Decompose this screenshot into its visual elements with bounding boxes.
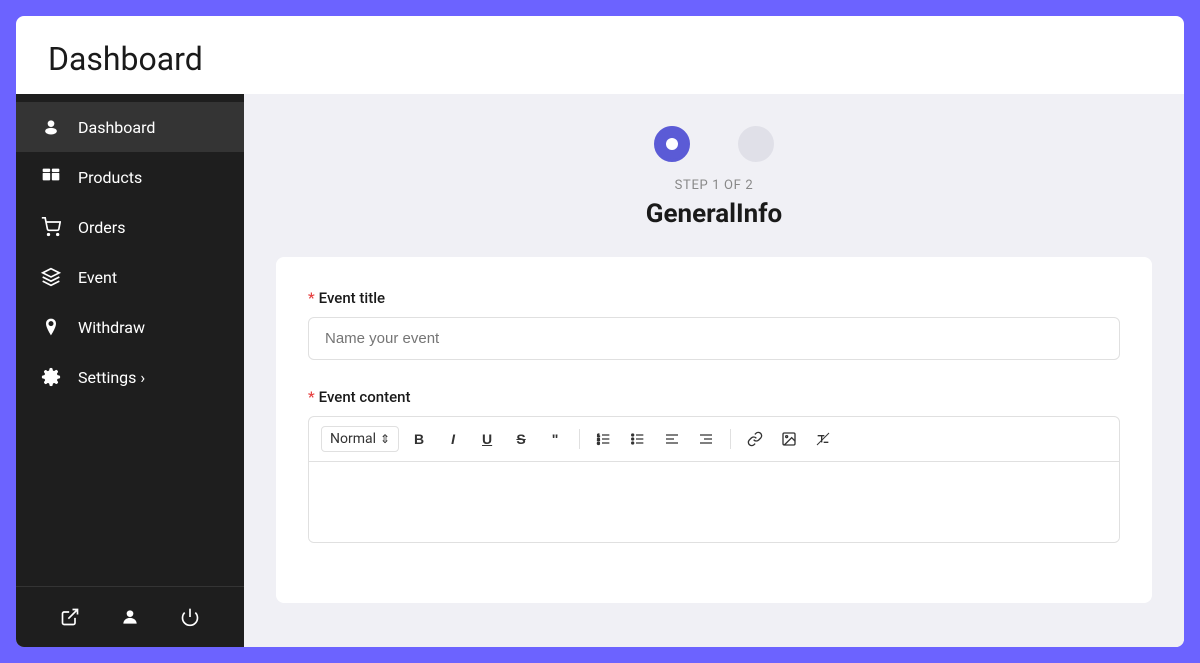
sidebar-label-products: Products	[78, 168, 142, 187]
sidebar-label-dashboard: Dashboard	[78, 118, 155, 137]
sidebar-item-orders[interactable]: Orders	[16, 202, 244, 252]
sidebar-bottom	[16, 586, 244, 647]
quote-button[interactable]: "	[541, 425, 569, 453]
bold-button[interactable]: B	[405, 425, 433, 453]
sidebar: Dashboard Products	[16, 94, 244, 647]
editor-body[interactable]	[309, 462, 1119, 542]
link-button[interactable]	[741, 425, 769, 453]
underline-button[interactable]: U	[473, 425, 501, 453]
power-icon[interactable]	[176, 603, 204, 631]
format-select[interactable]: Normal ⇕	[321, 426, 399, 452]
form-card: * Event title * Event content Normal	[276, 257, 1152, 603]
strikethrough-button[interactable]: S	[507, 425, 535, 453]
sidebar-label-event: Event	[78, 268, 117, 287]
orders-icon	[40, 216, 62, 238]
chevron-icon: ⇕	[380, 432, 390, 446]
sidebar-item-products[interactable]: Products	[16, 152, 244, 202]
event-title-group: * Event title	[308, 289, 1120, 360]
sidebar-item-settings[interactable]: Settings ›	[16, 352, 244, 402]
event-content-group: * Event content Normal ⇕ B I U S	[308, 388, 1120, 543]
clear-format-button[interactable]	[809, 425, 837, 453]
event-content-label: * Event content	[308, 388, 1120, 406]
steps-container: STEP 1 OF 2 GeneralInfo	[276, 126, 1152, 229]
editor-toolbar: Normal ⇕ B I U S "	[309, 417, 1119, 462]
sidebar-nav: Dashboard Products	[16, 94, 244, 586]
required-star-2: *	[308, 388, 315, 406]
user-icon[interactable]	[116, 603, 144, 631]
image-button[interactable]	[775, 425, 803, 453]
step-title: GeneralInfo	[646, 199, 782, 229]
event-title-input[interactable]	[308, 317, 1120, 360]
sidebar-item-withdraw[interactable]: Withdraw	[16, 302, 244, 352]
toolbar-divider-2	[730, 429, 731, 449]
page-title: Dashboard	[16, 16, 1184, 94]
event-title-label: * Event title	[308, 289, 1120, 307]
required-star: *	[308, 289, 315, 307]
unordered-list-button[interactable]	[624, 425, 652, 453]
sidebar-item-event[interactable]: Event	[16, 252, 244, 302]
toolbar-divider-1	[579, 429, 580, 449]
ordered-list-button[interactable]: 1 2 3	[590, 425, 618, 453]
products-icon	[40, 166, 62, 188]
step-2-circle	[738, 126, 774, 162]
event-icon	[40, 266, 62, 288]
sidebar-label-orders: Orders	[78, 218, 125, 237]
sidebar-label-withdraw: Withdraw	[78, 318, 145, 337]
align-right-button[interactable]	[692, 425, 720, 453]
align-left-button[interactable]	[658, 425, 686, 453]
sidebar-item-dashboard[interactable]: Dashboard	[16, 102, 244, 152]
rich-text-editor: Normal ⇕ B I U S "	[308, 416, 1120, 543]
external-link-icon[interactable]	[56, 603, 84, 631]
italic-button[interactable]: I	[439, 425, 467, 453]
steps-circles	[654, 126, 774, 162]
svg-text:3: 3	[597, 440, 600, 445]
withdraw-icon	[40, 316, 62, 338]
step-label: STEP 1 OF 2	[675, 178, 754, 193]
content-area: STEP 1 OF 2 GeneralInfo * Event title *	[244, 94, 1184, 647]
settings-icon	[40, 366, 62, 388]
sidebar-label-settings: Settings ›	[78, 368, 145, 387]
dashboard-icon	[40, 116, 62, 138]
step-1-circle	[654, 126, 690, 162]
